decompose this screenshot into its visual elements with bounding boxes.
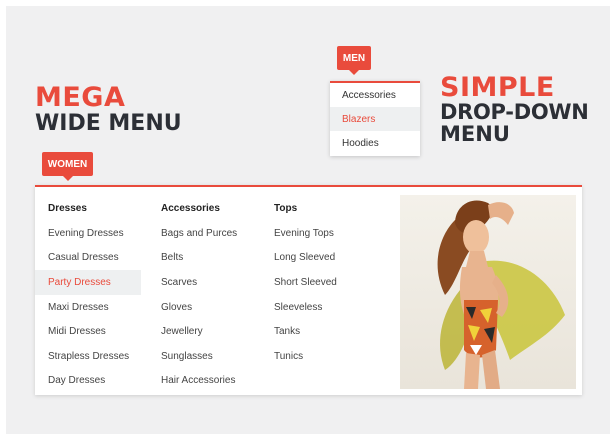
menu-link[interactable]: Jewellery [148,319,258,344]
men-dropdown-menu: Accessories Blazers Hoodies [330,81,420,156]
menu-link[interactable]: Tunics [261,344,371,369]
menu-link[interactable]: Gloves [148,295,258,320]
menu-link[interactable]: Evening Dresses [35,221,141,246]
mega-column-accessories: Accessories Bags and Purces Belts Scarve… [148,195,258,393]
mega-heading-line1: MEGA [35,82,126,113]
menu-link[interactable]: Casual Dresses [35,246,141,271]
menu-link[interactable]: Strapless Dresses [35,344,141,369]
dropdown-item-accessories[interactable]: Accessories [330,83,420,107]
menu-link[interactable]: Sunglasses [148,344,258,369]
column-title: Dresses [48,202,87,214]
mega-heading-line2: WIDE MENU [35,111,182,136]
menu-link[interactable]: Midi Dresses [35,319,141,344]
menu-link[interactable]: Evening Tops [261,221,371,246]
menu-link[interactable]: Long Sleeved [261,246,371,271]
menu-link[interactable]: Bags and Purces [148,221,258,246]
menu-link[interactable]: Day Dresses [35,369,141,394]
menu-link-active[interactable]: Party Dresses [35,270,141,295]
menu-link[interactable]: Tanks [261,319,371,344]
menu-link[interactable]: Short Sleeved [261,270,371,295]
menu-link[interactable]: Maxi Dresses [35,295,141,320]
mega-column-tops: Tops Evening Tops Long Sleeved Short Sle… [261,195,371,369]
menu-link[interactable]: Belts [148,246,258,271]
men-tab-button[interactable]: MEN [337,46,371,75]
simple-heading-line1: SIMPLE [440,72,555,103]
simple-heading-line2: DROP-DOWN [440,100,589,124]
model-illustration [437,200,565,389]
column-title: Tops [274,202,298,214]
dropdown-item-hoodies[interactable]: Hoodies [330,131,420,155]
menu-link[interactable]: Hair Accessories [148,369,258,394]
menu-link[interactable]: Scarves [148,270,258,295]
menu-link[interactable]: Sleeveless [261,295,371,320]
mega-column-dresses: Dresses Evening Dresses Casual Dresses P… [35,195,141,393]
dropdown-item-blazers[interactable]: Blazers [330,107,420,131]
column-title: Accessories [161,202,220,214]
fashion-model-photo [400,195,576,389]
women-mega-menu: Dresses Evening Dresses Casual Dresses P… [35,185,582,395]
simple-heading-line3: MENU [440,122,510,146]
women-tab-button[interactable]: WOMEN [42,152,93,181]
